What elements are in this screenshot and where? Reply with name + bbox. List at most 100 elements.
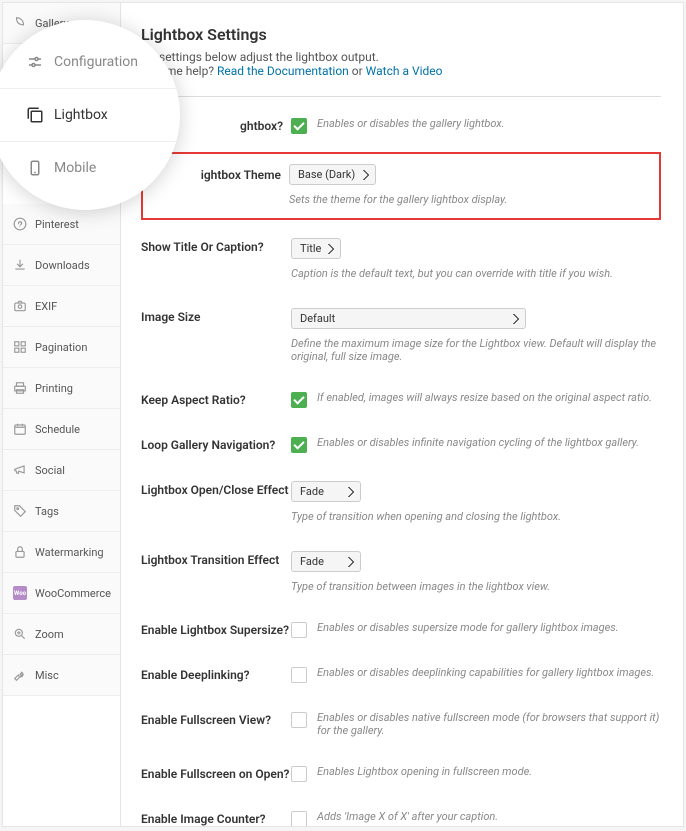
sidebar-item-pagination[interactable]: Pagination	[3, 327, 120, 368]
sidebar-item-zoom[interactable]: Zoom	[3, 614, 120, 655]
field-desc: Define the maximum image size for the Li…	[291, 337, 661, 363]
select-title-caption[interactable]: Title	[291, 238, 341, 259]
checkbox-enable-lightbox[interactable]	[291, 118, 307, 134]
field-image-counter: Enable Image Counter? Adds 'Image X of X…	[141, 796, 661, 826]
wrench-icon	[13, 668, 27, 682]
download-icon	[13, 258, 27, 272]
sidebar-item-label: Social	[35, 464, 65, 477]
page-title: Lightbox Settings	[141, 25, 661, 44]
sidebar-item-watermarking[interactable]: Watermarking	[3, 532, 120, 573]
highlighted-field: ightbox Theme Base (Dark) Sets the theme…	[141, 152, 661, 220]
checkbox-loop-nav[interactable]	[291, 437, 307, 453]
checkbox-deeplinking[interactable]	[291, 667, 307, 683]
field-label: Enable Fullscreen on Open?	[141, 765, 291, 782]
sidebar-item-printing[interactable]: Printing	[3, 368, 120, 409]
checkbox-image-counter[interactable]	[291, 811, 307, 826]
tag-icon	[13, 504, 27, 518]
sidebar-item-label: EXIF	[35, 300, 57, 313]
camera-icon	[13, 299, 27, 313]
megaphone-icon	[13, 463, 27, 477]
zoom-icon	[13, 627, 27, 641]
field-desc: Adds 'Image X of X' after your caption.	[317, 810, 498, 823]
field-desc: Sets the theme for the gallery lightbox …	[289, 193, 647, 206]
field-label: Keep Aspect Ratio?	[141, 391, 291, 408]
leaf-icon	[13, 16, 27, 30]
printer-icon	[13, 381, 27, 395]
sidebar-item-misc[interactable]: Misc	[3, 655, 120, 696]
sidebar-item-social[interactable]: Social	[3, 450, 120, 491]
field-desc: Type of transition when opening and clos…	[291, 510, 661, 523]
checkbox-supersize[interactable]	[291, 622, 307, 638]
field-desc: Enables or disables native fullscreen mo…	[317, 711, 661, 737]
checkbox-aspect-ratio[interactable]	[291, 392, 307, 408]
field-desc: Enables or disables supersize mode for g…	[317, 621, 619, 634]
field-title-caption: Show Title Or Caption? Title Caption is …	[141, 224, 661, 294]
calendar-icon	[13, 422, 27, 436]
field-fullscreen-view: Enable Fullscreen View? Enables or disab…	[141, 697, 661, 751]
mobile-icon	[26, 159, 44, 177]
field-label: Image Size	[141, 308, 291, 363]
field-label: Lightbox Open/Close Effect	[141, 481, 291, 523]
select-image-size[interactable]: Default	[291, 308, 526, 329]
woo-icon: Woo	[13, 586, 27, 600]
sidebar-item-tags[interactable]: Tags	[3, 491, 120, 532]
field-label: Lightbox Transition Effect	[141, 551, 291, 593]
field-desc: Caption is the default text, but you can…	[291, 267, 661, 280]
field-desc: Enables Lightbox opening in fullscreen m…	[317, 765, 532, 778]
checkbox-fullscreen-open[interactable]	[291, 766, 307, 782]
field-open-close-effect: Lightbox Open/Close Effect Fade Type of …	[141, 467, 661, 537]
sidebar-item-label: Pagination	[35, 341, 87, 354]
select-lightbox-theme[interactable]: Base (Dark)	[289, 164, 376, 185]
video-link[interactable]: Watch a Video	[366, 64, 443, 78]
field-loop-nav: Loop Gallery Navigation? Enables or disa…	[141, 422, 661, 467]
field-transition-effect: Lightbox Transition Effect Fade Type of …	[141, 537, 661, 607]
field-aspect-ratio: Keep Aspect Ratio? If enabled, images wi…	[141, 377, 661, 422]
sidebar-item-woocommerce[interactable]: Woo WooCommerce	[3, 573, 120, 614]
sidebar-item-schedule[interactable]: Schedule	[3, 409, 120, 450]
sidebar-item-downloads[interactable]: Downloads	[3, 245, 120, 286]
sidebar-item-label: Pinterest	[35, 218, 79, 231]
lock-icon	[13, 545, 27, 559]
field-label: Enable Image Counter?	[141, 810, 291, 826]
bubble-item-label: Lightbox	[54, 107, 108, 123]
sidebar-item-label: Printing	[35, 382, 73, 395]
field-enable-lightbox: ghtbox? Enables or disables the gallery …	[141, 117, 661, 148]
sidebar-item-label: WooCommerce	[35, 587, 111, 600]
field-desc: Type of transition between images in the…	[291, 580, 661, 593]
sidebar-item-label: Watermarking	[35, 546, 104, 559]
checkbox-fullscreen-view[interactable]	[291, 712, 307, 728]
field-deeplinking: Enable Deeplinking? Enables or disables …	[141, 652, 661, 697]
sidebar-item-label: Tags	[35, 505, 59, 518]
select-open-close-effect[interactable]: Fade	[291, 481, 361, 502]
field-label: Enable Lightbox Supersize?	[141, 621, 291, 638]
field-fullscreen-open: Enable Fullscreen on Open? Enables Light…	[141, 751, 661, 796]
field-label: ightbox Theme	[155, 164, 289, 206]
field-supersize: Enable Lightbox Supersize? Enables or di…	[141, 607, 661, 652]
sidebar-item-pinterest[interactable]: Pinterest	[3, 204, 120, 245]
field-desc: Enables or disables infinite navigation …	[317, 436, 639, 449]
field-desc: Enables or disables the gallery lightbox…	[317, 117, 504, 130]
field-desc: Enables or disables deeplinking capabili…	[317, 666, 654, 679]
field-label: Enable Fullscreen View?	[141, 711, 291, 737]
main-content: Lightbox Settings settings below adjust …	[121, 3, 683, 826]
sidebar-item-label: Schedule	[35, 423, 80, 436]
bubble-item-label: Mobile	[54, 160, 96, 176]
sliders-icon	[26, 53, 44, 71]
doc-link[interactable]: Read the Documentation	[217, 64, 349, 78]
page-subtitle: settings below adjust the lightbox outpu…	[141, 50, 661, 78]
sidebar-item-label: Misc	[35, 669, 59, 682]
sidebar-item-label: Zoom	[35, 628, 64, 641]
sidebar-item-label: Downloads	[35, 259, 90, 272]
grid-icon	[13, 340, 27, 354]
select-transition-effect[interactable]: Fade	[291, 551, 361, 572]
field-label: Loop Gallery Navigation?	[141, 436, 291, 453]
pinterest-icon	[13, 217, 27, 231]
field-desc: If enabled, images will always resize ba…	[317, 391, 652, 404]
divider	[141, 96, 661, 97]
field-image-size: Image Size Default Define the maximum im…	[141, 294, 661, 377]
bubble-item-lightbox[interactable]: Lightbox	[0, 89, 180, 142]
field-label: Show Title Or Caption?	[141, 238, 291, 280]
sidebar-item-exif[interactable]: EXIF	[3, 286, 120, 327]
bubble-item-label: Configuration	[54, 54, 138, 70]
field-label: Enable Deeplinking?	[141, 666, 291, 683]
